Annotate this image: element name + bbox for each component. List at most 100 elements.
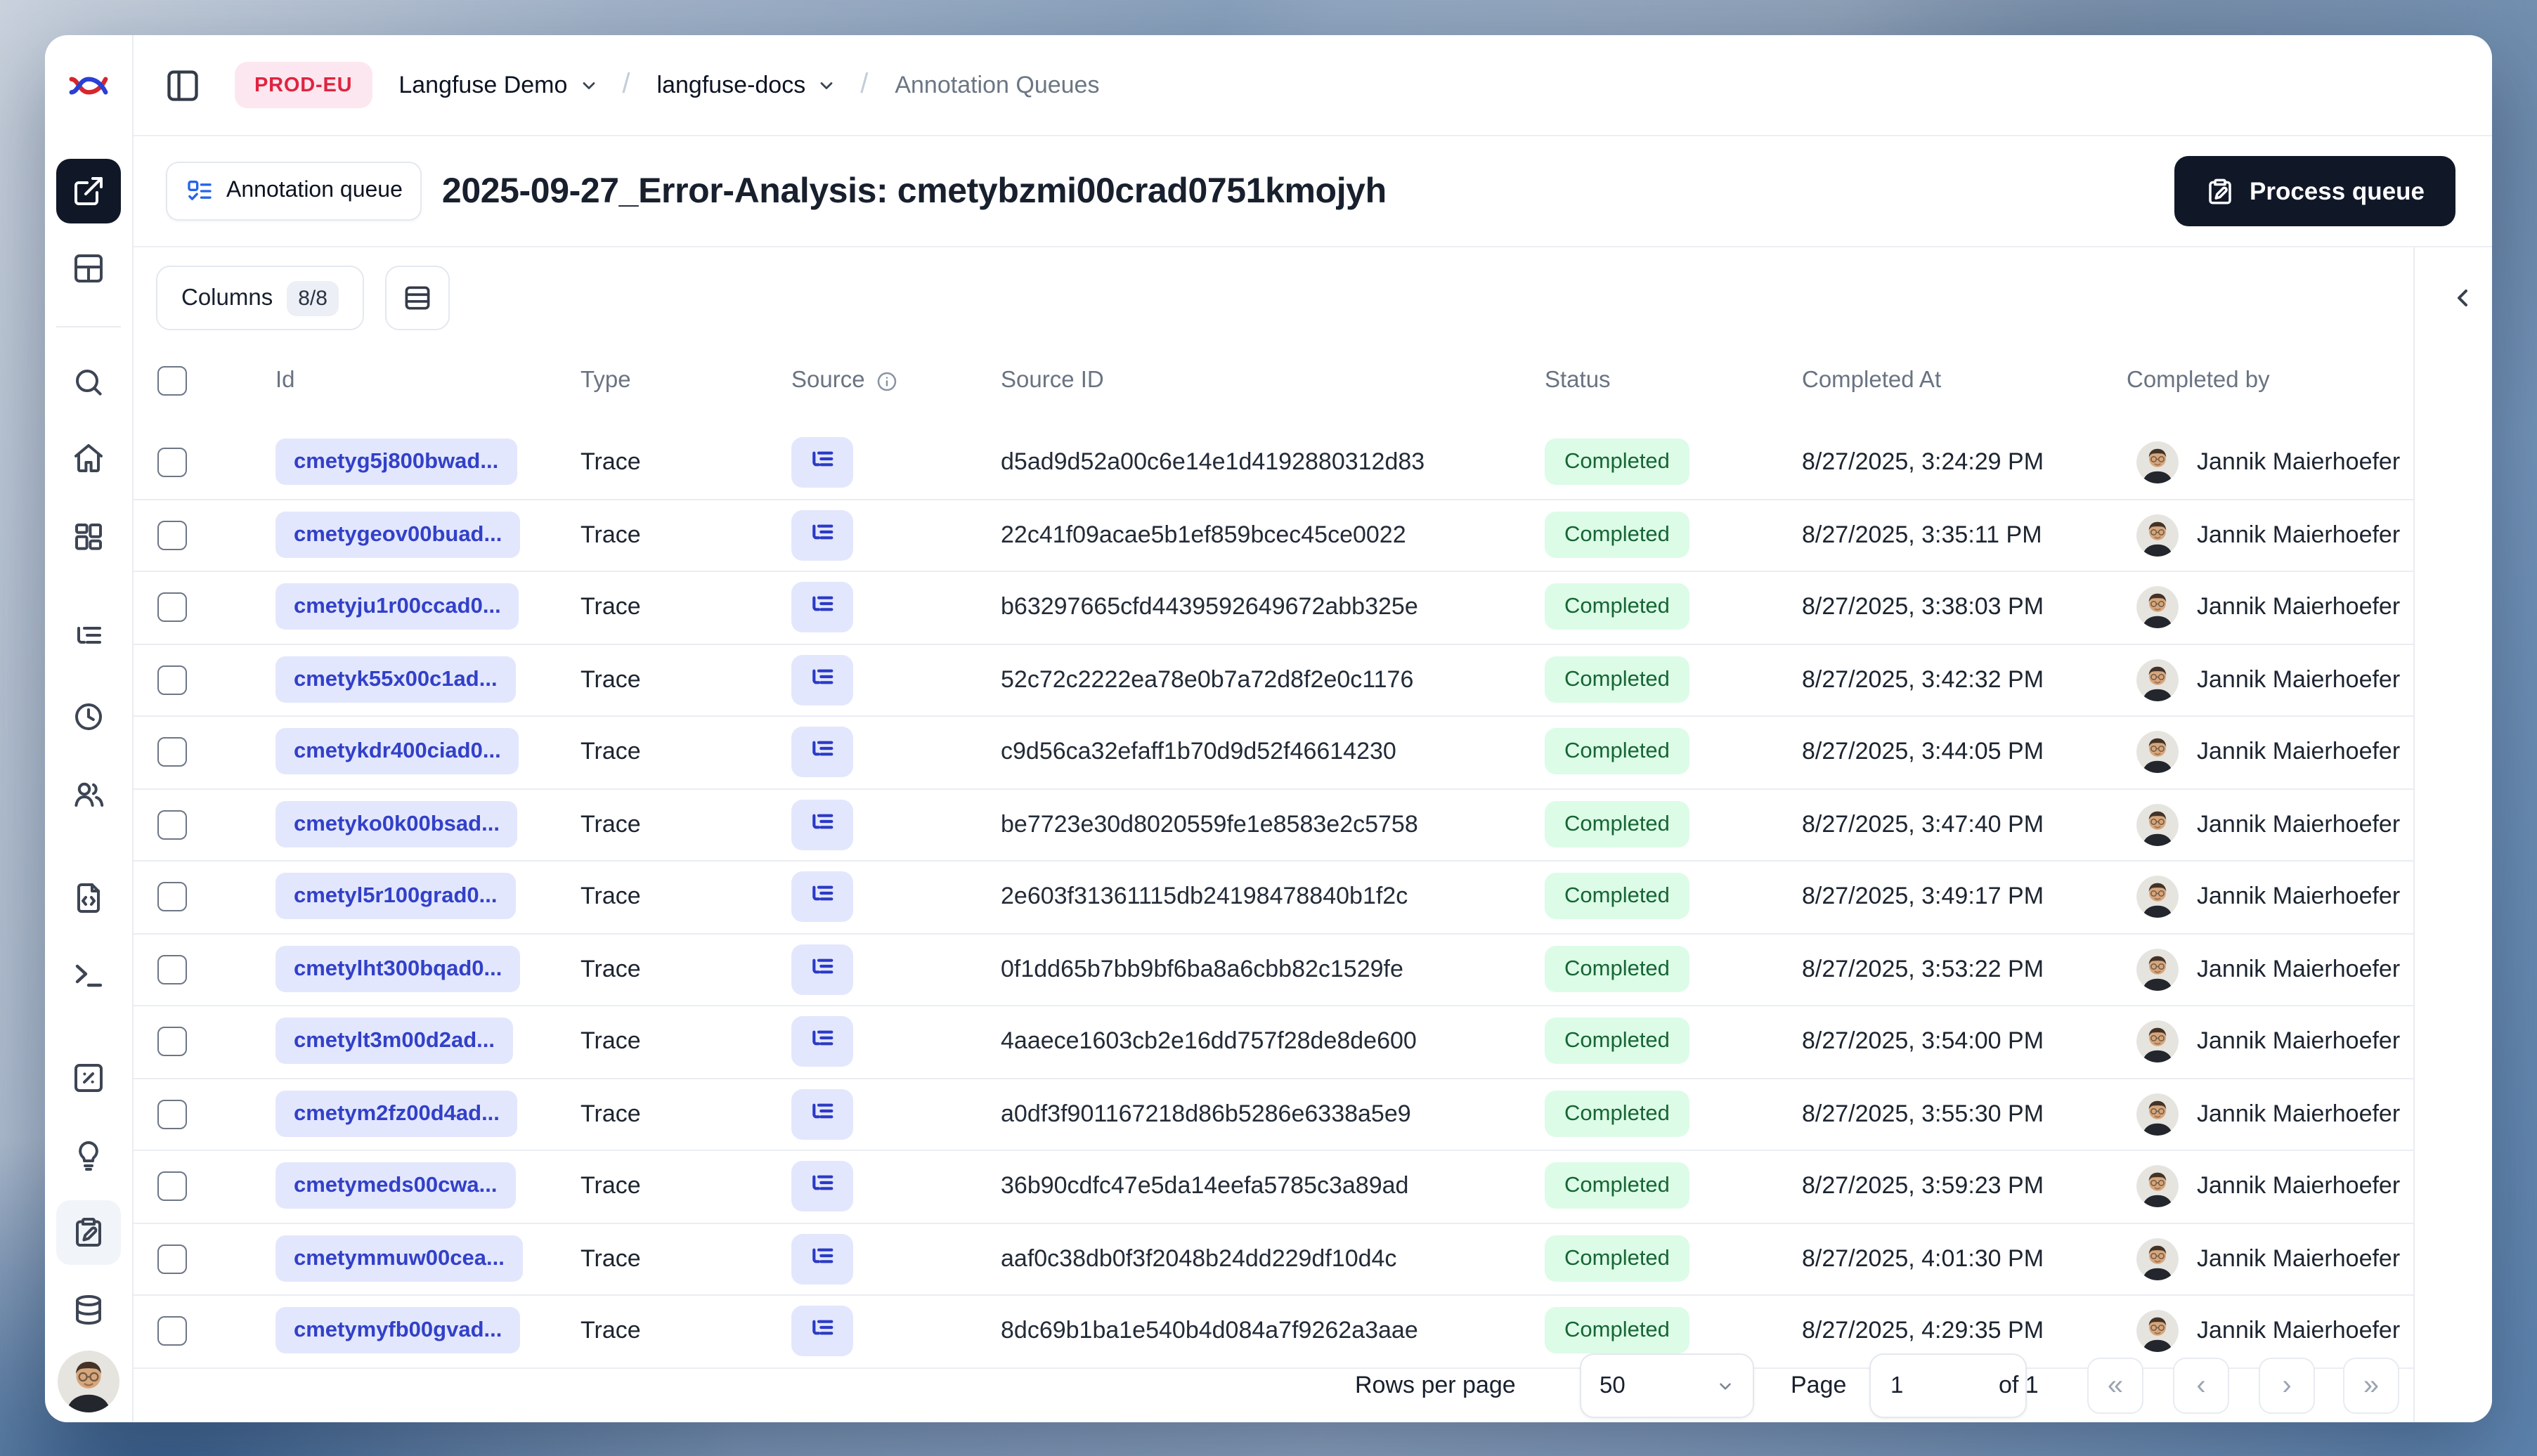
trace-source-button[interactable] (791, 1233, 853, 1285)
row-id-badge[interactable]: cmetymyfb00gvad... (275, 1307, 521, 1354)
row-checkbox[interactable] (157, 1099, 187, 1129)
row-id-badge[interactable]: cmetym2fz00d4ad... (275, 1090, 518, 1137)
row-completed-by: Jannik Maierhoefer (2136, 1310, 2400, 1353)
row-id-badge[interactable]: cmetykdr400ciad0... (275, 728, 519, 775)
list-tree-icon (812, 1176, 833, 1190)
list-tree-icon (812, 669, 833, 684)
row-height-button[interactable] (384, 266, 450, 330)
row-id-badge[interactable]: cmetyju1r00ccad0... (275, 583, 519, 630)
row-checkbox[interactable] (157, 954, 187, 984)
chevron-down-icon[interactable] (578, 75, 598, 95)
row-source-id: 36b90cdfc47e5da14eefa5785c3a89ad (1001, 1172, 1409, 1200)
row-id-badge[interactable]: cmetymmuw00cea... (275, 1235, 523, 1282)
chevron-down-icon[interactable] (817, 75, 836, 95)
next-page-button[interactable]: › (2259, 1358, 2315, 1414)
project-switcher[interactable]: langfuse-docs (657, 71, 806, 99)
row-id-badge[interactable]: cmetymeds00cwa... (275, 1162, 516, 1209)
search-icon[interactable] (56, 350, 121, 415)
row-checkbox[interactable] (157, 882, 187, 912)
breadcrumb: PROD-EU Langfuse Demo / langfuse-docs / … (134, 35, 2492, 136)
annotation-queues-clipboard-pen-icon[interactable] (56, 1200, 121, 1265)
org-switcher[interactable]: Langfuse Demo (398, 71, 567, 99)
previous-page-button[interactable]: ‹ (2173, 1358, 2229, 1414)
status-badge: Completed (1545, 656, 1689, 703)
trace-source-button[interactable] (791, 727, 853, 778)
select-all-checkbox[interactable] (157, 366, 187, 396)
row-id-badge[interactable]: cmetygeov00buad... (275, 511, 521, 558)
row-completed-at: 8/27/2025, 3:49:17 PM (1802, 883, 2044, 910)
first-page-button[interactable]: « (2087, 1358, 2143, 1414)
trace-source-button[interactable] (791, 654, 853, 706)
row-checkbox[interactable] (157, 1171, 187, 1202)
table-row: cmetyl5r100grad0... Trace 2e603f31361115… (134, 862, 2413, 934)
trace-source-button[interactable] (791, 944, 853, 995)
row-id-badge[interactable]: cmetyk55x00c1ad... (275, 656, 516, 703)
playground-terminal-icon[interactable] (56, 943, 121, 1008)
trace-source-button[interactable] (791, 1161, 853, 1212)
columns-button[interactable]: Columns 8/8 (156, 266, 364, 330)
trace-source-button[interactable] (791, 799, 853, 850)
rows-per-page-select[interactable]: 50 (1580, 1353, 1754, 1418)
prompts-file-code-icon[interactable] (56, 866, 121, 930)
last-page-button[interactable]: » (2343, 1358, 2399, 1414)
trace-source-button[interactable] (791, 509, 853, 561)
rows-per-page-label: Rows per page (1355, 1372, 1516, 1398)
column-header-source-id[interactable]: Source ID (1001, 368, 1104, 394)
lightbulb-icon[interactable] (56, 1123, 121, 1188)
trace-source-button[interactable] (791, 1088, 853, 1140)
avatar (2136, 948, 2179, 991)
status-badge: Completed (1545, 438, 1689, 486)
trace-source-button[interactable] (791, 437, 853, 488)
page-label: Page (1791, 1372, 1847, 1398)
column-header-source[interactable]: Source (791, 368, 899, 394)
row-id-badge[interactable]: cmetyg5j800bwad... (275, 438, 517, 486)
row-source-id: 0f1dd65b7bb9bf6ba8a6cbb82c1529fe (1001, 955, 1403, 982)
row-completed-at: 8/27/2025, 3:35:11 PM (1802, 521, 2042, 548)
trace-source-button[interactable] (791, 1016, 853, 1067)
tracing-list-tree-icon[interactable] (56, 607, 121, 672)
home-icon[interactable] (56, 426, 121, 490)
row-completed-by: Jannik Maierhoefer (2136, 586, 2400, 629)
column-header-completed-by[interactable]: Completed by (2127, 368, 2270, 394)
table-icon[interactable] (56, 236, 121, 301)
row-checkbox[interactable] (157, 520, 187, 550)
collapse-panel-button[interactable] (2437, 273, 2488, 323)
user-avatar[interactable] (58, 1351, 119, 1412)
datasets-database-icon[interactable] (56, 1278, 121, 1342)
column-header-id[interactable]: Id (275, 368, 295, 394)
status-badge: Completed (1545, 1090, 1689, 1137)
row-id-badge[interactable]: cmetylht300bqad0... (275, 945, 521, 992)
row-checkbox[interactable] (157, 448, 187, 478)
rail-divider (56, 326, 121, 327)
process-queue-button[interactable]: Process queue (2174, 156, 2455, 226)
column-header-status[interactable]: Status (1545, 368, 1611, 394)
status-badge: Completed (1545, 511, 1689, 558)
row-id-badge[interactable]: cmetylt3m00d2ad... (275, 1018, 514, 1065)
row-id-badge[interactable]: cmetyl5r100grad0... (275, 873, 516, 920)
row-id-badge[interactable]: cmetyko0k00bsad... (275, 800, 518, 847)
clipboard-pen-icon (2208, 178, 2231, 204)
sessions-clock-icon[interactable] (56, 684, 121, 749)
row-checkbox[interactable] (157, 592, 187, 623)
row-checkbox[interactable] (157, 1316, 187, 1346)
row-checkbox[interactable] (157, 665, 187, 695)
row-checkbox[interactable] (157, 1244, 187, 1274)
trace-source-button[interactable] (791, 582, 853, 633)
row-checkbox[interactable] (157, 810, 187, 840)
row-completed-at: 8/27/2025, 3:54:00 PM (1802, 1027, 2044, 1055)
open-external-button[interactable] (56, 159, 121, 223)
evaluation-square-percent-icon[interactable] (56, 1046, 121, 1110)
users-icon[interactable] (56, 762, 121, 826)
row-completed-at: 8/27/2025, 3:38:03 PM (1802, 593, 2044, 620)
row-completed-by: Jannik Maierhoefer (2136, 658, 2400, 701)
langfuse-logo-icon (45, 35, 132, 135)
dashboard-icon[interactable] (56, 505, 121, 569)
sidebar-toggle-icon[interactable] (164, 67, 201, 103)
row-completed-by: Jannik Maierhoefer (2136, 1020, 2400, 1063)
column-header-type[interactable]: Type (580, 368, 631, 394)
trace-source-button[interactable] (791, 871, 853, 923)
row-type: Trace (580, 1172, 641, 1200)
column-header-completed-at[interactable]: Completed At (1802, 368, 1941, 394)
row-checkbox[interactable] (157, 737, 187, 767)
row-checkbox[interactable] (157, 1027, 187, 1057)
